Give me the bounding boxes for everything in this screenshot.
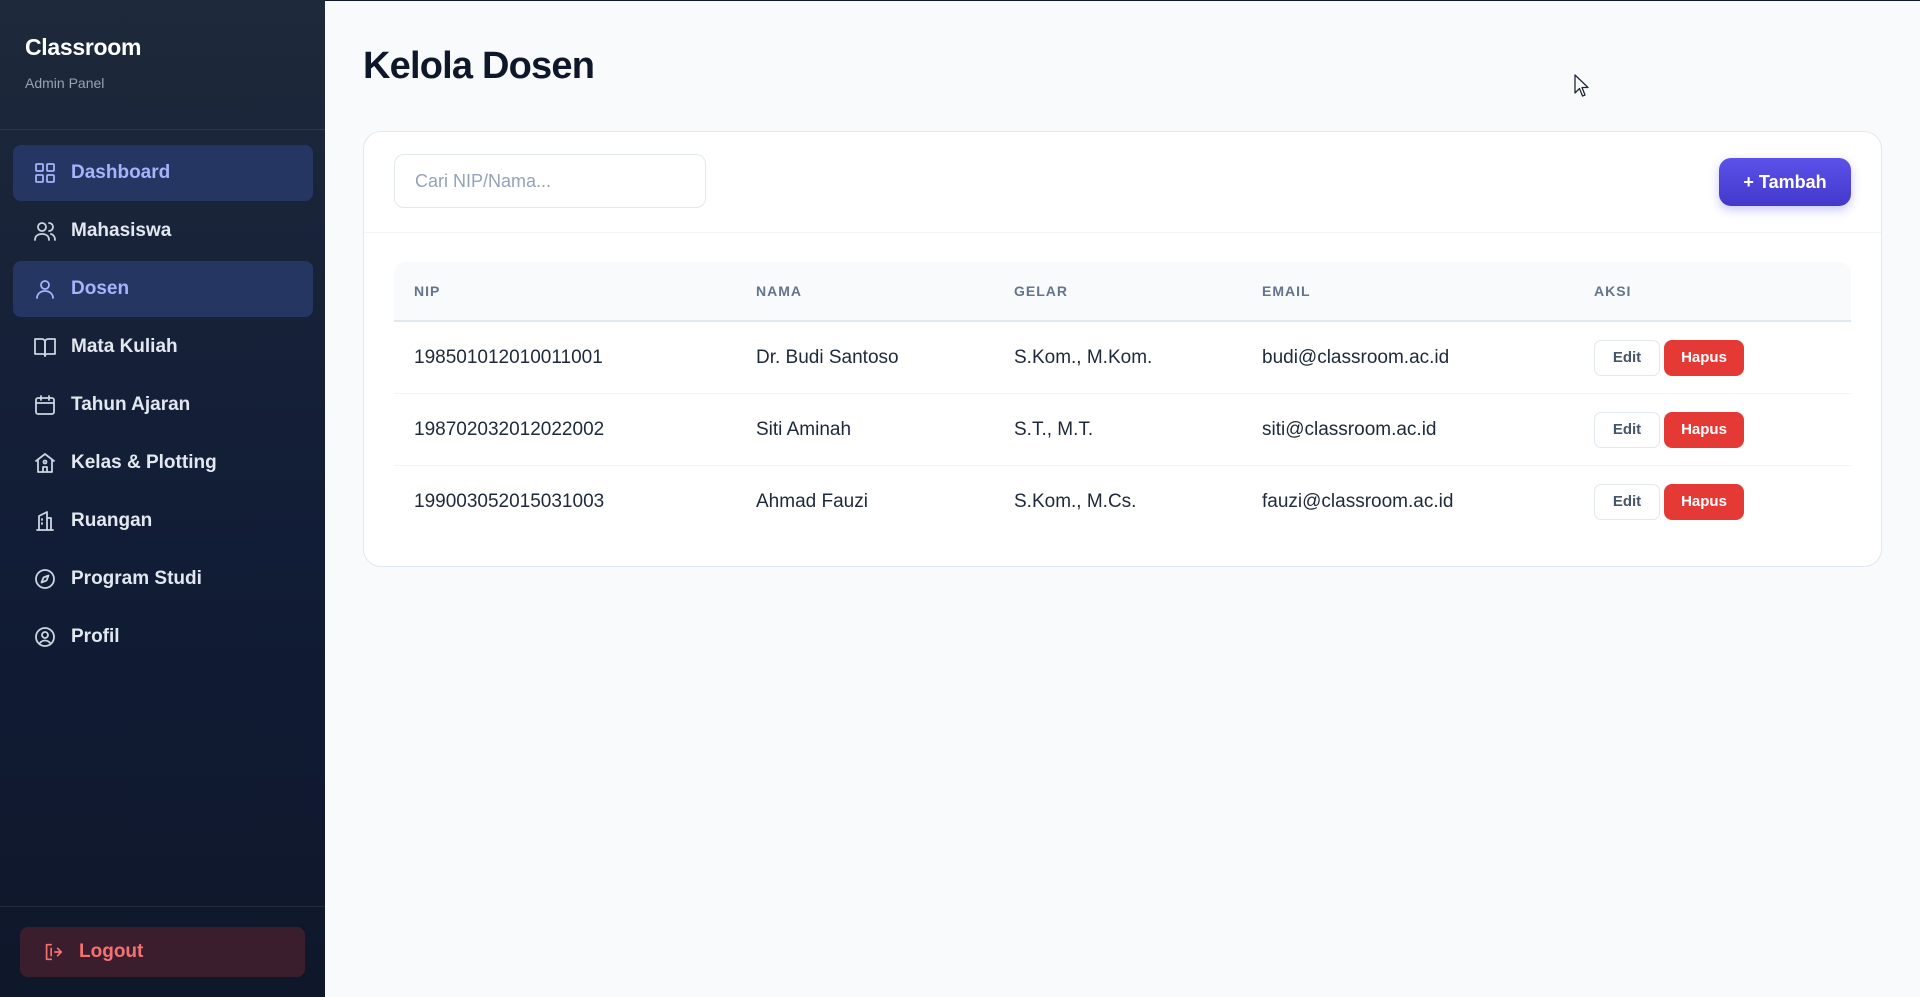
sidebar-item-kelas-plotting[interactable]: Kelas & Plotting	[13, 435, 313, 491]
page-title: Kelola Dosen	[363, 45, 595, 87]
sidebar-item-dashboard[interactable]: Dashboard	[13, 145, 313, 201]
school-icon	[33, 451, 57, 475]
delete-button[interactable]: Hapus	[1664, 483, 1744, 520]
sidebar-item-label: Profil	[71, 626, 120, 647]
sidebar-item-mahasiswa[interactable]: Mahasiswa	[13, 203, 313, 259]
header-nama: NAMA	[736, 262, 994, 322]
compass-icon	[33, 567, 57, 591]
header-email: EMAIL	[1242, 262, 1574, 322]
sidebar-item-label: Mata Kuliah	[71, 336, 178, 357]
dosen-table-wrapper: NIP NAMA GELAR EMAIL AKSI 19850101201001…	[394, 262, 1851, 537]
table-row: 198702032012022002 Siti Aminah S.T., M.T…	[394, 393, 1851, 466]
logout-icon	[42, 941, 64, 963]
sidebar-item-label: Kelas & Plotting	[71, 452, 217, 473]
cell-aksi: Edit Hapus	[1574, 466, 1851, 538]
users-icon	[33, 219, 57, 243]
add-dosen-button[interactable]: + Tambah	[1719, 158, 1851, 206]
header-nip: NIP	[394, 262, 736, 322]
sidebar-item-program-studi[interactable]: Program Studi	[13, 551, 313, 607]
cell-email: fauzi@classroom.ac.id	[1262, 490, 1454, 512]
calendar-icon	[33, 393, 57, 417]
brand-title: Classroom	[25, 34, 142, 60]
sidebar-item-ruangan[interactable]: Ruangan	[13, 493, 313, 549]
sidebar-item-label: Program Studi	[71, 568, 202, 589]
user-circle-icon	[33, 625, 57, 649]
table-header-row: NIP NAMA GELAR EMAIL AKSI	[394, 262, 1851, 322]
cell-gelar: S.Kom., M.Cs.	[1014, 490, 1137, 512]
logout-label: Logout	[79, 941, 144, 962]
book-icon	[33, 335, 57, 359]
edit-button[interactable]: Edit	[1594, 339, 1660, 376]
sidebar-nav: Dashboard Mahasiswa Dosen Mata Kuliah Ta…	[0, 130, 325, 665]
cell-aksi: Edit Hapus	[1574, 321, 1851, 394]
header-gelar: GELAR	[994, 262, 1242, 322]
sidebar-item-label: Tahun Ajaran	[71, 394, 191, 415]
sidebar-item-label: Dashboard	[71, 162, 171, 183]
sidebar-item-tahun-ajaran[interactable]: Tahun Ajaran	[13, 377, 313, 433]
cell-nip: 198702032012022002	[394, 393, 736, 466]
delete-button[interactable]: Hapus	[1664, 339, 1744, 376]
cell-nip: 198501012010011001	[394, 321, 736, 394]
cell-nama: Siti Aminah	[736, 393, 994, 466]
logout-button[interactable]: Logout	[20, 927, 305, 977]
brand: Classroom Admin Panel	[0, 0, 325, 130]
search-input[interactable]	[394, 154, 706, 208]
main-content: Kelola Dosen + Tambah NIP NAMA GELAR EMA…	[325, 0, 1920, 997]
delete-button[interactable]: Hapus	[1664, 411, 1744, 448]
grid-icon	[33, 161, 57, 185]
cell-gelar: S.Kom., M.Kom.	[994, 321, 1242, 394]
brand-subtitle: Admin Panel	[25, 75, 105, 91]
sidebar-item-label: Ruangan	[71, 510, 153, 531]
edit-button[interactable]: Edit	[1594, 411, 1660, 448]
table-row: 198501012010011001 Dr. Budi Santoso S.Ko…	[394, 321, 1851, 394]
building-icon	[33, 509, 57, 533]
sidebar-item-profil[interactable]: Profil	[13, 609, 313, 665]
edit-button[interactable]: Edit	[1594, 483, 1660, 520]
header-aksi: AKSI	[1574, 262, 1851, 322]
sidebar: Classroom Admin Panel Dashboard Mahasisw…	[0, 0, 325, 997]
cell-nama: Dr. Budi Santoso	[736, 321, 994, 394]
card-toolbar: + Tambah	[364, 132, 1881, 233]
user-icon	[33, 277, 57, 301]
dosen-card: + Tambah NIP NAMA GELAR EMAIL AKSI 19850…	[363, 131, 1882, 567]
sidebar-footer: Logout	[0, 906, 325, 997]
cell-aksi: Edit Hapus	[1574, 393, 1851, 466]
cell-nip: 199003052015031003	[414, 490, 605, 512]
cell-nama: Ahmad Fauzi	[756, 490, 868, 512]
cell-email: siti@classroom.ac.id	[1242, 393, 1574, 466]
sidebar-item-label: Dosen	[71, 278, 130, 299]
mouse-cursor-icon	[1574, 74, 1589, 97]
cell-gelar: S.T., M.T.	[994, 393, 1242, 466]
table-row: 199003052015031003 Ahmad Fauzi S.Kom., M…	[394, 466, 1851, 538]
cell-email: budi@classroom.ac.id	[1242, 321, 1574, 394]
sidebar-item-dosen[interactable]: Dosen	[13, 261, 313, 317]
sidebar-item-label: Mahasiswa	[71, 220, 172, 241]
dosen-table: NIP NAMA GELAR EMAIL AKSI 19850101201001…	[394, 262, 1851, 537]
sidebar-item-mata-kuliah[interactable]: Mata Kuliah	[13, 319, 313, 375]
